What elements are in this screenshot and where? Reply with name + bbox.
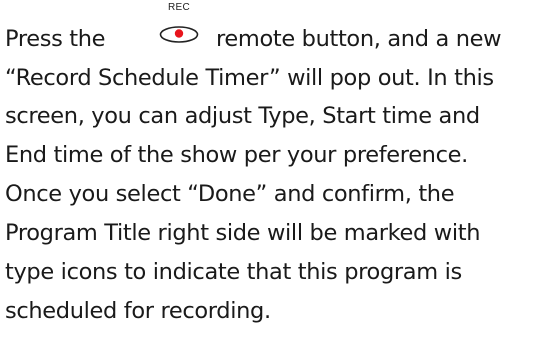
rec-dot-icon [174,29,184,38]
paragraph-line-5: Once you select “Done” and confirm, the [5,181,455,207]
paragraph-line-2: “Record Schedule Timer” will pop out. In… [5,65,494,91]
paragraph-line-8: scheduled for recording. [5,298,271,324]
paragraph-line-3: screen, you can adjust Type, Start time … [5,103,480,129]
paragraph-line-7: type icons to indicate that this program… [5,259,462,285]
paragraph-line-1a: Press the [5,26,106,52]
paragraph-line-6: Program Title right side will be marked … [5,220,481,246]
rec-button-icon [159,26,199,43]
rec-button-figure: REC [159,2,207,50]
paragraph-line-4: End time of the show per your preference… [5,142,468,168]
rec-button-label: REC [167,2,190,13]
paragraph-line-1b: remote button, and a new [216,26,502,52]
